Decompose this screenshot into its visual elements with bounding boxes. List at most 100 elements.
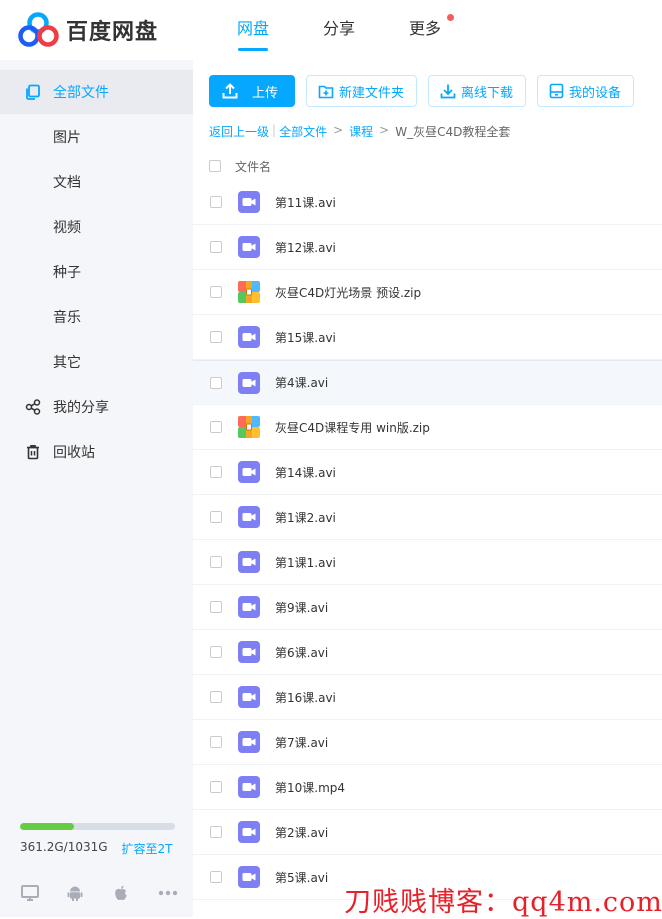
file-name[interactable]: 第9课.avi xyxy=(275,599,328,616)
upload-button[interactable]: 上传 xyxy=(209,75,295,107)
video-file-icon xyxy=(238,236,260,258)
zip-file-icon xyxy=(238,281,260,303)
file-name[interactable]: 第7课.avi xyxy=(275,734,328,751)
video-file-icon xyxy=(238,821,260,843)
file-name[interactable]: 第1课2.avi xyxy=(275,509,336,526)
file-row-checkbox[interactable] xyxy=(210,196,222,208)
file-name[interactable]: 第15课.avi xyxy=(275,329,336,346)
nav-tab-netdisk[interactable]: 网盘 xyxy=(210,0,296,60)
new-folder-button-label: 新建文件夹 xyxy=(339,85,405,101)
breadcrumb-all-files[interactable]: 全部文件 xyxy=(279,123,327,140)
offline-download-button-label: 离线下载 xyxy=(461,85,514,101)
video-file-icon xyxy=(238,371,260,394)
file-row-checkbox[interactable] xyxy=(210,601,222,613)
video-file-icon xyxy=(238,596,260,618)
breadcrumb-back[interactable]: 返回上一级 xyxy=(209,123,269,140)
sidebar-item-label: 我的分享 xyxy=(53,400,109,416)
app-logo[interactable]: 百度网盘 xyxy=(18,10,158,50)
file-name[interactable]: 第10课.mp4 xyxy=(275,779,345,796)
file-row[interactable]: 第14课.avi xyxy=(193,450,662,495)
file-row-checkbox[interactable] xyxy=(210,241,222,253)
file-name[interactable]: 第11课.avi xyxy=(275,194,336,211)
file-name[interactable]: 第5课.avi xyxy=(275,869,328,886)
video-file-icon xyxy=(238,191,260,213)
file-list: 第11课.avi 第12课.avi 灰昼C4D灯光场景 预设.zip 第15课.avi… xyxy=(193,180,662,900)
nav-tab-label: 更多 xyxy=(408,19,441,38)
breadcrumb-divider: | xyxy=(272,123,277,137)
upgrade-storage-link[interactable]: 扩容至2T xyxy=(122,840,173,857)
sidebar-item-torrents[interactable]: 种子 xyxy=(0,250,193,294)
breadcrumb-parent[interactable]: 课程 xyxy=(349,123,373,140)
file-row[interactable]: 灰昼C4D课程专用 win版.zip xyxy=(193,405,662,450)
file-row-checkbox[interactable] xyxy=(210,466,222,478)
sidebar-item-label: 音乐 xyxy=(53,310,81,326)
sidebar-item-videos[interactable]: 视频 xyxy=(0,205,193,249)
sidebar-item-my-share[interactable]: 我的分享 xyxy=(0,385,193,429)
file-row[interactable]: 第16课.avi xyxy=(193,675,662,720)
sidebar-item-label: 种子 xyxy=(53,265,81,281)
file-row[interactable]: 第4课.avi xyxy=(193,360,662,405)
offline-download-button[interactable]: 离线下载 xyxy=(428,75,527,107)
platform-downloads xyxy=(20,883,204,903)
file-row-checkbox[interactable] xyxy=(210,556,222,568)
upload-icon xyxy=(222,83,238,99)
file-row[interactable]: 第11课.avi xyxy=(193,180,662,225)
file-row[interactable]: 第15课.avi xyxy=(193,315,662,360)
video-file-icon xyxy=(238,551,260,573)
file-row-checkbox[interactable] xyxy=(210,691,222,703)
file-name[interactable]: 第1课1.avi xyxy=(275,554,336,571)
file-row[interactable]: 第6课.avi xyxy=(193,630,662,675)
apple-icon[interactable] xyxy=(112,883,158,903)
file-row-checkbox[interactable] xyxy=(210,781,222,793)
sidebar-item-documents[interactable]: 文档 xyxy=(0,160,193,204)
file-row[interactable]: 第2课.avi xyxy=(193,810,662,855)
breadcrumb-separator: > xyxy=(379,123,390,137)
sidebar-item-other[interactable]: 其它 xyxy=(0,340,193,384)
nav-tab-more[interactable]: 更多 xyxy=(382,0,468,60)
file-name[interactable]: 第12课.avi xyxy=(275,239,336,256)
video-file-icon xyxy=(238,776,260,798)
file-row-checkbox[interactable] xyxy=(210,736,222,748)
folder-copy-icon xyxy=(24,83,42,101)
upload-button-label: 上传 xyxy=(252,85,279,101)
sidebar-item-all-files[interactable]: 全部文件 xyxy=(0,70,193,114)
breadcrumb-separator: > xyxy=(333,123,344,137)
my-device-button[interactable]: 我的设备 xyxy=(537,75,635,107)
file-row[interactable]: 第9课.avi xyxy=(193,585,662,630)
new-folder-icon xyxy=(318,85,334,98)
nav-tab-label: 分享 xyxy=(322,19,355,38)
file-row-checkbox[interactable] xyxy=(210,871,222,883)
file-row-checkbox[interactable] xyxy=(210,376,222,389)
new-folder-button[interactable]: 新建文件夹 xyxy=(306,75,418,107)
file-name[interactable]: 灰昼C4D课程专用 win版.zip xyxy=(275,419,430,436)
file-name[interactable]: 第14课.avi xyxy=(275,464,336,481)
column-header-filename[interactable]: 文件名 xyxy=(235,158,271,175)
sidebar: 全部文件 图片 文档 视频 种子 音乐 其它 我的分享 回收站 361.2G/1… xyxy=(0,60,193,917)
file-name[interactable]: 第2课.avi xyxy=(275,824,328,841)
storage-quota: 361.2G/1031G 扩容至2T xyxy=(20,823,175,857)
file-row[interactable]: 灰昼C4D灯光场景 预设.zip xyxy=(193,270,662,315)
file-row-checkbox[interactable] xyxy=(210,286,222,298)
file-row-checkbox[interactable] xyxy=(210,826,222,838)
sidebar-item-recycle-bin[interactable]: 回收站 xyxy=(0,430,193,474)
file-name[interactable]: 灰昼C4D灯光场景 预设.zip xyxy=(275,284,421,301)
file-row[interactable]: 第1课2.avi xyxy=(193,495,662,540)
file-name[interactable]: 第4课.avi xyxy=(275,374,328,391)
file-row[interactable]: 第1课1.avi xyxy=(193,540,662,585)
desktop-icon[interactable] xyxy=(20,883,66,903)
file-row-checkbox[interactable] xyxy=(210,646,222,658)
file-row-checkbox[interactable] xyxy=(210,511,222,523)
sidebar-item-images[interactable]: 图片 xyxy=(0,115,193,159)
file-row-checkbox[interactable] xyxy=(210,421,222,433)
sidebar-item-music[interactable]: 音乐 xyxy=(0,295,193,339)
file-name[interactable]: 第16课.avi xyxy=(275,689,336,706)
nav-tab-share[interactable]: 分享 xyxy=(296,0,382,60)
select-all-checkbox[interactable] xyxy=(209,160,221,172)
file-row[interactable]: 第10课.mp4 xyxy=(193,765,662,810)
android-icon[interactable] xyxy=(66,883,112,903)
file-row[interactable]: 第12课.avi xyxy=(193,225,662,270)
file-name[interactable]: 第6课.avi xyxy=(275,644,328,661)
video-file-icon xyxy=(238,866,260,888)
file-row-checkbox[interactable] xyxy=(210,331,222,343)
file-row[interactable]: 第7课.avi xyxy=(193,720,662,765)
